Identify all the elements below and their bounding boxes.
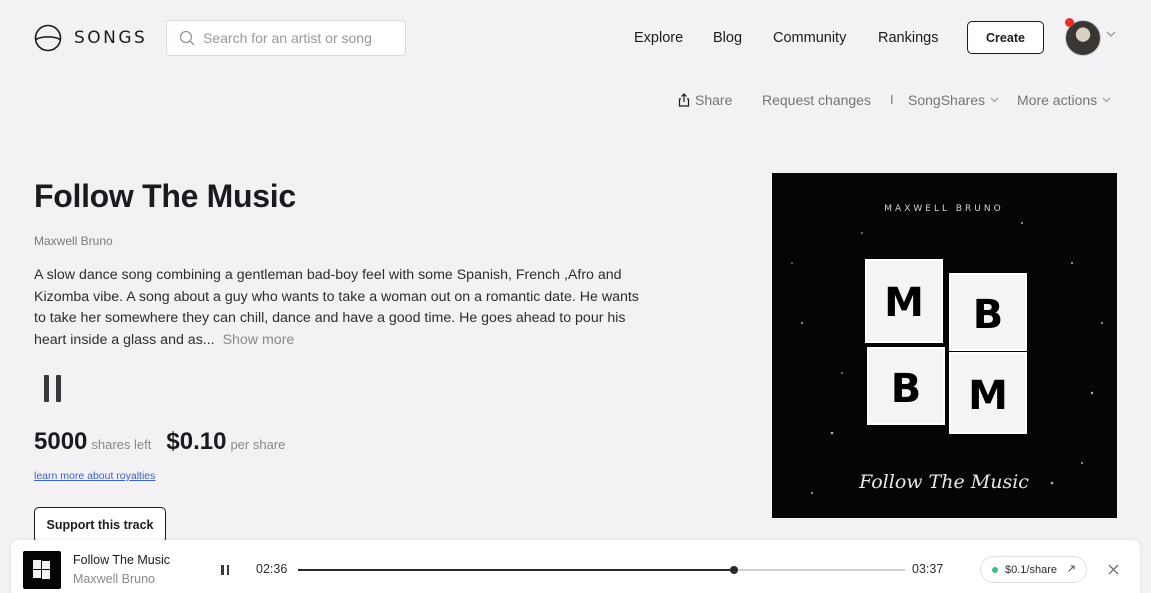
pause-button[interactable] xyxy=(44,375,68,402)
player-song-title[interactable]: Follow The Music xyxy=(73,553,170,567)
nav-blog[interactable]: Blog xyxy=(713,30,742,46)
external-arrow-icon xyxy=(1068,565,1075,572)
cover-script-title: Follow The Music xyxy=(858,471,1029,493)
price-per-share: $0.10 xyxy=(166,428,227,455)
cover-letter-4: M xyxy=(968,373,1008,419)
pause-icon-bar xyxy=(226,565,229,575)
notification-dot xyxy=(1065,18,1074,27)
duration-time: 03:37 xyxy=(912,562,944,576)
more-actions-dropdown[interactable]: More actions xyxy=(1017,92,1111,108)
close-icon[interactable] xyxy=(1108,564,1119,575)
shares-left-label: shares left xyxy=(91,437,152,452)
nav-rankings[interactable]: Rankings xyxy=(878,30,938,46)
chevron-down-icon xyxy=(990,97,999,103)
thumbnail-art xyxy=(33,560,50,579)
songs-logo[interactable]: SONGS xyxy=(34,24,147,52)
chevron-down-icon[interactable] xyxy=(1106,31,1116,38)
create-button[interactable]: Create xyxy=(967,21,1044,54)
songshares-dropdown[interactable]: SongShares xyxy=(908,92,999,108)
royalties-link[interactable]: learn more about royalties xyxy=(34,470,155,482)
search-box[interactable] xyxy=(166,20,406,56)
top-header: SONGS Explore Blog Community Rankings Cr… xyxy=(0,0,1151,76)
cover-art: MAXWELL BRUNO M B B M Follow The Music xyxy=(791,204,1103,494)
player-bar: Follow The Music Maxwell Bruno 02:36 03:… xyxy=(11,540,1140,593)
songshares-label: SongShares xyxy=(908,92,986,108)
support-track-button[interactable]: Support this track xyxy=(34,507,166,543)
share-action[interactable]: Share xyxy=(678,92,732,108)
progress-track[interactable] xyxy=(298,566,905,574)
price-label: per share xyxy=(230,437,286,452)
share-label: Share xyxy=(695,92,733,108)
artist-name[interactable]: Maxwell Bruno xyxy=(34,234,113,248)
player-thumbnail[interactable] xyxy=(23,551,61,589)
show-more-link[interactable]: Show more xyxy=(223,332,295,348)
pricing-row: 5000 shares left $0.10 per share xyxy=(34,428,285,456)
price-chip[interactable]: $0.1/share xyxy=(980,556,1087,583)
chevron-down-icon xyxy=(1102,97,1111,103)
logo-mark-icon xyxy=(34,24,62,52)
search-icon xyxy=(179,30,195,46)
song-description: A slow dance song combining a gentleman … xyxy=(34,265,654,351)
action-separator: I xyxy=(890,92,894,107)
more-actions-label: More actions xyxy=(1017,92,1098,108)
progress-fill xyxy=(298,569,735,571)
player-artist[interactable]: Maxwell Bruno xyxy=(73,572,155,586)
player-pause-button[interactable] xyxy=(221,565,229,575)
nav-community[interactable]: Community xyxy=(773,30,846,46)
share-icon xyxy=(678,93,690,107)
nav-explore[interactable]: Explore xyxy=(634,30,683,46)
cover-artist-line: MAXWELL BRUNO xyxy=(884,204,1003,214)
request-changes-action[interactable]: Request changes xyxy=(762,92,871,108)
pause-icon-bar xyxy=(56,375,61,402)
cover-letter-3: B xyxy=(891,366,922,412)
pause-icon xyxy=(44,375,49,402)
album-cover: MAXWELL BRUNO M B B M Follow The Music xyxy=(772,173,1117,518)
search-input[interactable] xyxy=(203,30,403,46)
price-chip-label: $0.1/share xyxy=(1005,563,1057,576)
song-title: Follow The Music xyxy=(34,178,296,214)
description-text: A slow dance song combining a gentleman … xyxy=(34,267,639,348)
cover-letter-1: M xyxy=(884,280,924,326)
request-changes-label: Request changes xyxy=(762,92,871,108)
logo-text: SONGS xyxy=(74,28,148,48)
pause-icon xyxy=(221,565,224,575)
progress-knob[interactable] xyxy=(730,566,739,574)
live-dot xyxy=(992,566,998,573)
cover-letter-2: B xyxy=(973,292,1004,338)
elapsed-time: 02:36 xyxy=(256,562,288,576)
shares-left-count: 5000 xyxy=(34,428,88,455)
